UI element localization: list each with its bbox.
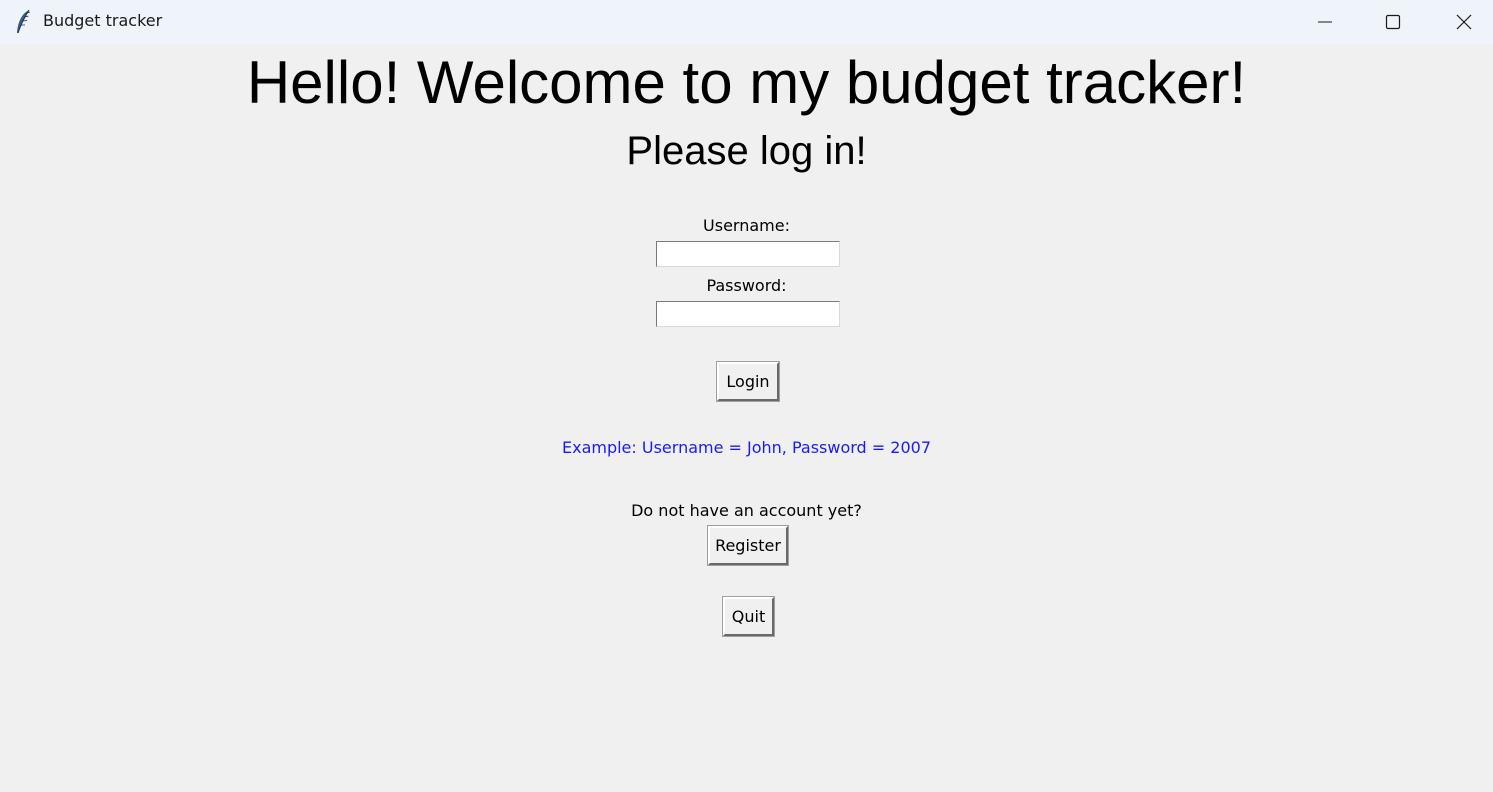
close-icon [1456, 14, 1472, 30]
window-title: Budget tracker [43, 11, 163, 30]
app-window: Budget tracker Hello! Welcome to my budg… [0, 0, 1493, 792]
close-button[interactable] [1441, 0, 1487, 44]
maximize-icon [1385, 14, 1401, 30]
register-button[interactable]: Register [707, 525, 789, 566]
login-button[interactable]: Login [716, 361, 780, 402]
password-label: Password: [706, 276, 787, 295]
maximize-button[interactable] [1370, 0, 1416, 44]
username-label: Username: [703, 216, 790, 235]
page-subtitle: Please log in! [626, 129, 867, 173]
feather-icon [17, 9, 31, 34]
title-bar[interactable]: Budget tracker [0, 0, 1493, 44]
minimize-icon [1318, 21, 1332, 23]
register-prompt: Do not have an account yet? [631, 501, 862, 520]
page-title: Hello! Welcome to my budget tracker! [246, 49, 1247, 116]
example-credentials-hint: Example: Username = John, Password = 200… [561, 438, 932, 457]
password-input[interactable] [656, 301, 840, 327]
quit-button[interactable]: Quit [722, 596, 775, 637]
minimize-button[interactable] [1302, 0, 1348, 44]
username-input[interactable] [656, 241, 840, 267]
login-screen: Hello! Welcome to my budget tracker! Ple… [0, 44, 1493, 792]
